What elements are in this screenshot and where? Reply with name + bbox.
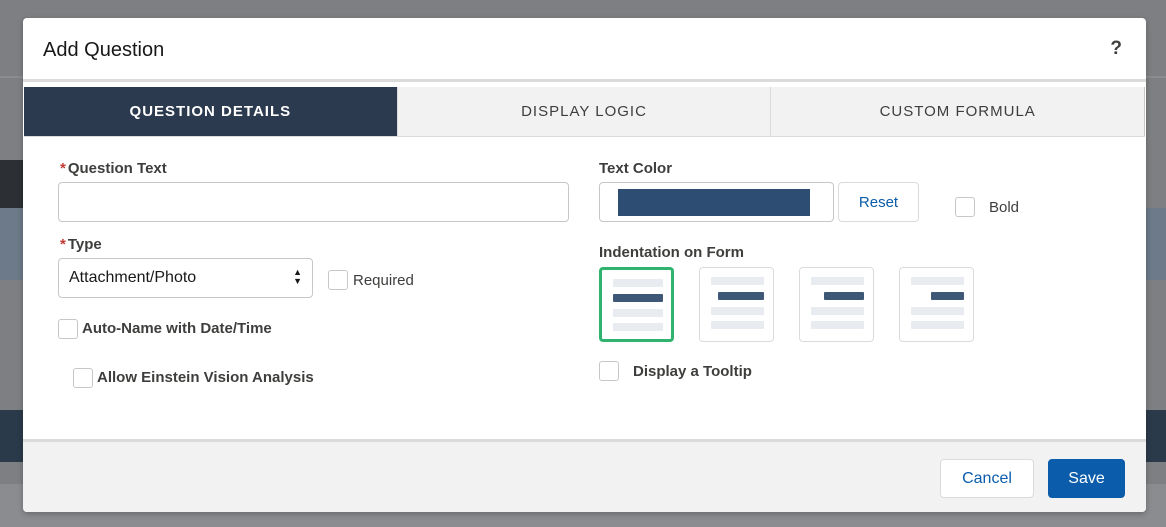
indent-option-2[interactable] <box>799 267 874 342</box>
question-text-input[interactable] <box>58 182 569 222</box>
tab-custom-formula[interactable]: CUSTOM FORMULA <box>771 87 1146 136</box>
required-checkbox-label: Required <box>353 272 414 289</box>
required-marker: * <box>60 236 66 253</box>
indent-line <box>811 307 864 315</box>
indent-line <box>711 321 764 329</box>
tab-display-logic[interactable]: DISPLAY LOGIC <box>398 87 772 136</box>
indent-line <box>613 309 663 317</box>
required-marker: * <box>60 160 66 177</box>
tab-bar: QUESTION DETAILS DISPLAY LOGIC CUSTOM FO… <box>24 87 1146 137</box>
type-select-value: Attachment/Photo <box>69 269 197 286</box>
modal-title: Add Question <box>43 39 165 61</box>
add-question-modal: Add Question ? QUESTION DETAILS DISPLAY … <box>23 18 1146 512</box>
indent-line <box>613 294 663 302</box>
auto-name-checkbox[interactable] <box>58 319 78 339</box>
modal-footer: Cancel Save <box>23 439 1146 512</box>
reset-color-button[interactable]: Reset <box>838 182 919 222</box>
indent-line <box>824 292 864 300</box>
indent-line <box>811 277 864 285</box>
tab-question-details[interactable]: QUESTION DETAILS <box>24 87 398 136</box>
einstein-vision-checkbox[interactable] <box>73 368 93 388</box>
cancel-button[interactable]: Cancel <box>940 459 1034 498</box>
indent-line <box>911 307 964 315</box>
type-label: * Type <box>60 236 102 253</box>
select-arrows-icon: ▲ ▼ <box>293 267 302 286</box>
indent-line <box>911 321 964 329</box>
help-icon[interactable]: ? <box>1110 38 1122 60</box>
bold-checkbox-label: Bold <box>989 199 1020 216</box>
indent-line <box>613 279 663 287</box>
tooltip-checkbox-label: Display a Tooltip <box>633 363 752 380</box>
indent-line <box>811 321 864 329</box>
color-swatch <box>618 189 810 216</box>
text-color-label: Text Color <box>599 160 673 177</box>
modal-header: Add Question ? <box>23 18 1146 82</box>
required-checkbox[interactable] <box>328 270 348 290</box>
indent-line <box>931 292 964 300</box>
indent-option-1[interactable] <box>699 267 774 342</box>
text-color-picker[interactable] <box>599 182 834 222</box>
indent-line <box>711 307 764 315</box>
indent-line <box>711 277 764 285</box>
indentation-label: Indentation on Form <box>599 244 744 261</box>
save-button[interactable]: Save <box>1048 459 1125 498</box>
indent-line <box>718 292 764 300</box>
bold-checkbox[interactable] <box>955 197 975 217</box>
einstein-vision-checkbox-label: Allow Einstein Vision Analysis <box>97 369 314 386</box>
question-text-label: * Question Text <box>60 160 167 177</box>
auto-name-checkbox-label: Auto-Name with Date/Time <box>82 320 272 337</box>
indent-option-3[interactable] <box>899 267 974 342</box>
type-select[interactable]: Attachment/Photo ▲ ▼ <box>58 258 313 298</box>
indent-line <box>613 323 663 331</box>
indent-option-0[interactable] <box>599 267 674 342</box>
indent-line <box>911 277 964 285</box>
tooltip-checkbox[interactable] <box>599 361 619 381</box>
